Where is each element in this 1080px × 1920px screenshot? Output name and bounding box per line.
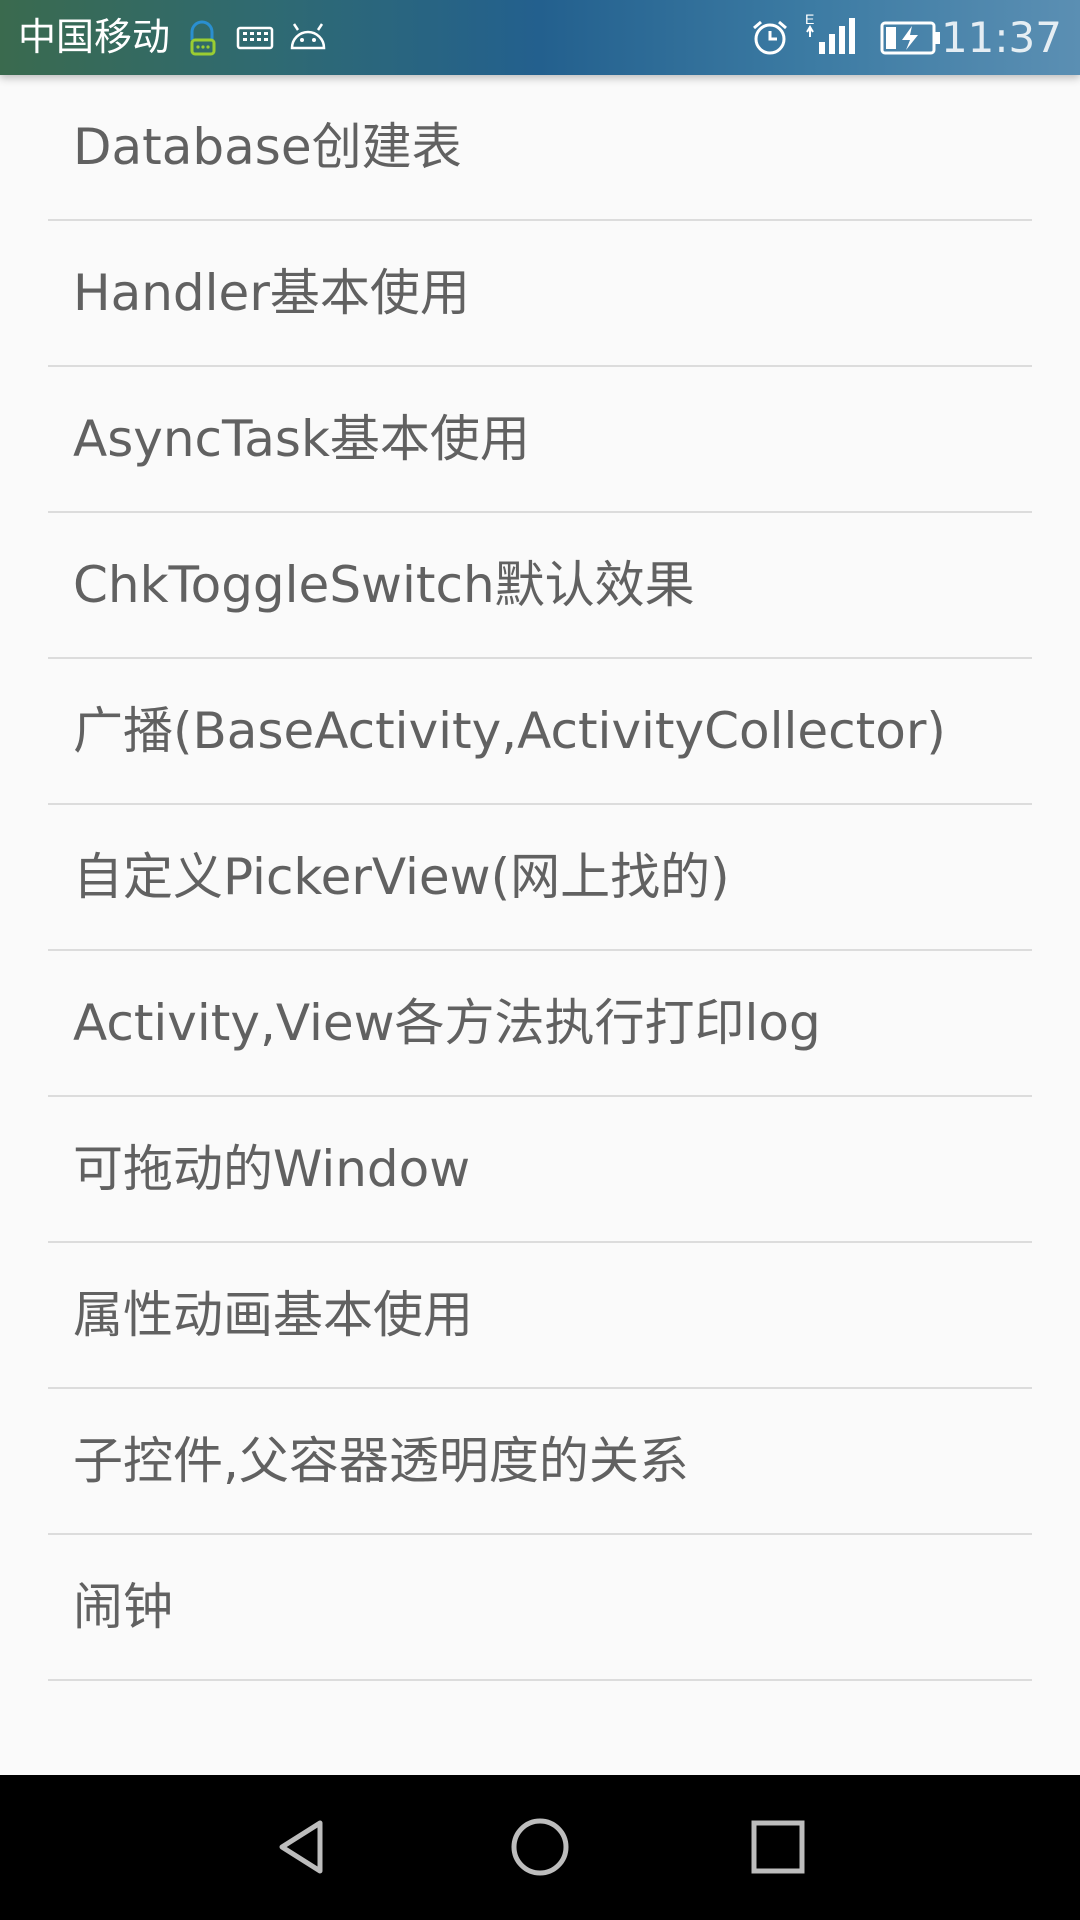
list-item-alarm[interactable]: 闹钟 <box>48 1535 1032 1681</box>
android-debug-icon <box>288 18 328 58</box>
list-item-property-animation[interactable]: 属性动画基本使用 <box>48 1243 1032 1389</box>
list-item-toggle-switch[interactable]: ChkToggleSwitch默认效果 <box>48 513 1032 659</box>
list-item-handler[interactable]: Handler基本使用 <box>48 221 1032 367</box>
signal-icon: E <box>803 10 859 54</box>
list-item-database[interactable]: Database创建表 <box>48 75 1032 221</box>
home-button[interactable] <box>470 1775 610 1920</box>
navigation-bar <box>0 1775 1080 1920</box>
list-item-label: AsyncTask基本使用 <box>73 410 530 468</box>
back-icon <box>279 1820 323 1874</box>
list-item-label: Handler基本使用 <box>73 264 470 322</box>
list-item-label: ChkToggleSwitch默认效果 <box>73 556 695 614</box>
recents-button[interactable] <box>708 1775 848 1920</box>
list-item-alpha-relation[interactable]: 子控件,父容器透明度的关系 <box>48 1389 1032 1535</box>
list-item-asynctask[interactable]: AsyncTask基本使用 <box>48 367 1032 513</box>
home-icon <box>511 1818 569 1876</box>
back-button[interactable] <box>232 1775 372 1920</box>
list-item-label: 属性动画基本使用 <box>73 1286 473 1344</box>
activity-list[interactable]: Database创建表 Handler基本使用 AsyncTask基本使用 Ch… <box>0 75 1080 1775</box>
list-item-label: Database创建表 <box>73 118 462 176</box>
list-item-broadcast[interactable]: 广播(BaseActivity,ActivityCollector) <box>48 659 1032 805</box>
list-item-label: 广播(BaseActivity,ActivityCollector) <box>73 702 946 760</box>
clock-time: 11:37 <box>940 13 1062 62</box>
list-item-label: 自定义PickerView(网上找的) <box>73 848 730 906</box>
battery-charging-icon <box>880 18 942 58</box>
alarm-icon <box>750 18 790 58</box>
chat-notification-icon <box>182 18 222 58</box>
status-bar: 中国移动 E 11:37 <box>0 0 1080 75</box>
carrier-name: 中国移动 <box>18 15 171 59</box>
recents-icon <box>751 1820 805 1874</box>
network-letter: E <box>805 11 814 27</box>
list-item-lifecycle-log[interactable]: Activity,View各方法执行打印log <box>48 951 1032 1097</box>
list-item-pickerview[interactable]: 自定义PickerView(网上找的) <box>48 805 1032 951</box>
list-item-draggable-window[interactable]: 可拖动的Window <box>48 1097 1032 1243</box>
list-item-label: Activity,View各方法执行打印log <box>73 994 821 1052</box>
list-item-label: 闹钟 <box>73 1578 173 1636</box>
list-item-label: 子控件,父容器透明度的关系 <box>73 1432 689 1490</box>
keyboard-icon <box>236 18 274 58</box>
list-item-label: 可拖动的Window <box>73 1140 471 1198</box>
